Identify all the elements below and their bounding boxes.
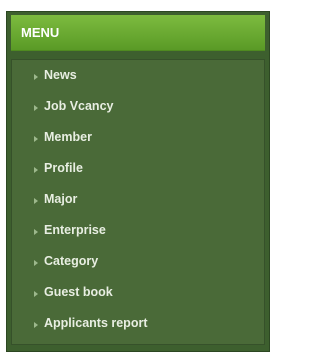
arrow-right-icon	[34, 136, 38, 142]
menu-title: MENU	[21, 25, 60, 40]
menu-panel: MENU News Job Vcancy Member Profile Majo…	[6, 11, 270, 352]
menu-item-label: News	[44, 68, 77, 82]
arrow-right-icon	[34, 105, 38, 111]
menu-item-label: Enterprise	[44, 223, 106, 237]
arrow-right-icon	[34, 260, 38, 266]
menu-item-applicants-report[interactable]: Applicants report	[12, 308, 264, 339]
menu-item-label: Category	[44, 254, 99, 268]
arrow-right-icon	[34, 229, 38, 235]
menu-header: MENU	[11, 15, 265, 51]
menu-item-label: Profile	[44, 161, 83, 175]
menu-list: News Job Vcancy Member Profile Major Ent…	[12, 60, 264, 339]
menu-item-guest-book[interactable]: Guest book	[12, 277, 264, 308]
menu-item-label: Applicants report	[44, 316, 148, 330]
menu-item-job-vacancy[interactable]: Job Vcancy	[12, 91, 264, 122]
arrow-right-icon	[34, 167, 38, 173]
menu-item-news[interactable]: News	[12, 60, 264, 91]
menu-item-profile[interactable]: Profile	[12, 153, 264, 184]
arrow-right-icon	[34, 198, 38, 204]
menu-item-label: Member	[44, 130, 92, 144]
menu-list-container: News Job Vcancy Member Profile Major Ent…	[11, 59, 265, 345]
menu-item-category[interactable]: Category	[12, 246, 264, 277]
menu-item-label: Major	[44, 192, 78, 206]
menu-item-label: Job Vcancy	[44, 99, 114, 113]
menu-item-enterprise[interactable]: Enterprise	[12, 215, 264, 246]
arrow-right-icon	[34, 291, 38, 297]
menu-item-label: Guest book	[44, 285, 113, 299]
arrow-right-icon	[34, 74, 38, 80]
menu-item-major[interactable]: Major	[12, 184, 264, 215]
menu-item-member[interactable]: Member	[12, 122, 264, 153]
arrow-right-icon	[34, 322, 38, 328]
